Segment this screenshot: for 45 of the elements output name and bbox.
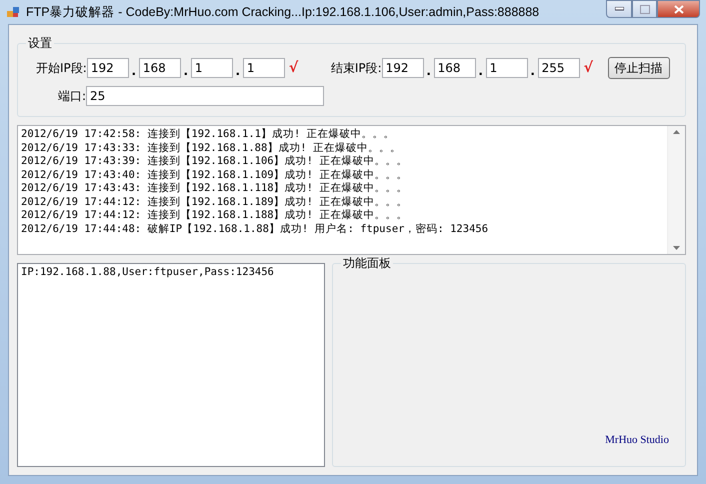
valid-mark: √ — [584, 60, 594, 76]
ip-octet-field[interactable]: 192 — [86, 58, 129, 78]
group-title: 功能面板 — [342, 255, 392, 272]
valid-mark: √ — [288, 60, 300, 76]
ip-separator: . — [234, 63, 242, 78]
minimize-button[interactable] — [606, 0, 632, 18]
ip-separator: . — [529, 63, 536, 78]
end-ip-label: 结束IP段: — [330, 60, 382, 76]
ip-separator: . — [425, 63, 432, 78]
minimize-icon — [614, 7, 624, 11]
ip-octet-field[interactable]: 255 — [538, 58, 580, 78]
stop-scan-button[interactable]: 停止扫描 — [608, 57, 670, 79]
ip-octet-field[interactable]: 1 — [242, 58, 285, 78]
scroll-down-icon[interactable] — [673, 246, 680, 250]
close-button[interactable] — [657, 0, 700, 18]
log-line: 2012/6/19 17:43:39: 连接到【192.168.1.106】成功! 正在爆破中。。。 — [21, 155, 408, 168]
ip-separator: . — [182, 63, 190, 78]
ip-octet-field[interactable]: 168 — [138, 58, 181, 78]
window-title: FTP暴力破解器 - CodeBy:MrHuo.com Cracking...Ip:192.168.1.106,User:admin,Pass:888888 — [26, 4, 540, 20]
log-line: 2012/6/19 17:44:12: 连接到【192.168.1.189】成功! 正在爆破中。。。 — [21, 196, 408, 209]
result-item[interactable]: IP:192.168.1.88,User:ftpuser,Pass:123456 — [21, 266, 321, 278]
start-ip-label: 开始IP段: — [36, 60, 87, 76]
credit-text: MrHuo Studio — [605, 434, 669, 446]
app-icon — [6, 5, 20, 19]
log-box[interactable] — [17, 125, 686, 255]
ip-separator: . — [477, 63, 484, 78]
log-line: 2012/6/19 17:43:40: 连接到【192.168.1.109】成功! 正在爆破中。。。 — [21, 168, 408, 182]
port-label: 端口: — [58, 88, 86, 104]
log-line: 2012/6/19 17:44:12: 连接到【192.168.1.188】成功! 正在爆破中。。。 — [21, 209, 408, 222]
results-list[interactable]: IP:192.168.1.88,User:ftpuser,Pass:123456 — [17, 263, 325, 467]
ip-octet-field[interactable]: 168 — [434, 58, 476, 78]
ip-octet-field[interactable]: 1 — [486, 58, 528, 78]
ip-octet-field[interactable]: 192 — [382, 58, 424, 78]
group-title: 设置 — [27, 35, 53, 52]
scrollbar[interactable] — [667, 126, 685, 254]
port-field[interactable]: 25 — [86, 86, 324, 106]
log-line: 2012/6/19 17:43:43: 连接到【192.168.1.118】成功! 正在爆破中。。。 — [21, 182, 408, 196]
ip-separator: . — [130, 63, 138, 78]
log-line: 2012/6/19 17:42:58: 连接到【192.168.1.1】成功! 正在爆破中。。。 — [21, 128, 396, 142]
ip-octet-field[interactable]: 1 — [190, 58, 233, 78]
close-icon — [674, 4, 684, 14]
scroll-up-icon[interactable] — [673, 130, 680, 134]
log-line: 2012/6/19 17:43:33: 连接到【192.168.1.88】成功! 正在爆破中。。。 — [21, 142, 402, 155]
log-line: 2012/6/19 17:44:48: 破解IP【192.168.1.88】成功! 用户名: ftpuser，密码: 123456 — [21, 222, 490, 236]
maximize-icon — [640, 4, 650, 14]
